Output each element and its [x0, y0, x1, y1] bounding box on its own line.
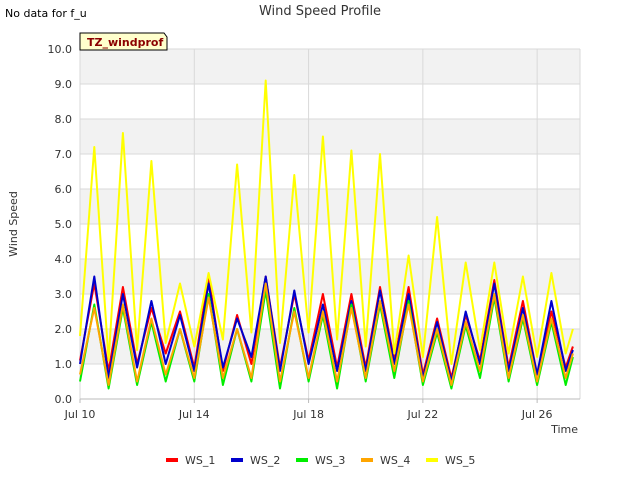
legend-swatch [361, 458, 373, 462]
y-tick-label: 1.0 [55, 358, 73, 371]
y-axis-ticks: 0.0 1.0 2.0 3.0 4.0 5.0 6.0 7.0 8.0 9.0 10.0 [48, 43, 73, 406]
y-tick-label: 8.0 [55, 113, 73, 126]
legend-swatch [166, 458, 178, 462]
x-tick-label: Jul 10 [64, 408, 96, 421]
x-tick-label: Jul 14 [178, 408, 210, 421]
legend-label: WS_2 [250, 454, 280, 467]
y-tick-label: 0.0 [55, 393, 73, 406]
legend-swatch [296, 458, 308, 462]
legend-swatch [426, 458, 438, 462]
x-tick-label: Jul 18 [292, 408, 324, 421]
x-axis-label: Time [550, 423, 578, 436]
chart-title: Wind Speed Profile [259, 4, 381, 19]
y-tick-label: 2.0 [55, 323, 73, 336]
y-tick-label: 4.0 [55, 253, 73, 266]
y-tick-label: 10.0 [48, 43, 73, 56]
legend-swatch [231, 458, 243, 462]
plot-band [80, 119, 580, 154]
x-axis-ticks: Jul 10 Jul 14 Jul 18 Jul 22 Jul 26 [64, 399, 553, 421]
site-label-box: TZ_windprof [79, 32, 168, 51]
x-tick-label: Jul 26 [521, 408, 553, 421]
y-tick-label: 3.0 [55, 288, 73, 301]
legend-label: WS_4 [380, 454, 410, 467]
plot-band [80, 49, 580, 84]
site-label: TZ_windprof [87, 36, 163, 49]
y-tick-label: 7.0 [55, 148, 73, 161]
legend-label: WS_5 [445, 454, 475, 467]
legend-label: WS_3 [315, 454, 345, 467]
y-tick-label: 9.0 [55, 78, 73, 91]
legend: WS_1 WS_2 WS_3 WS_4 WS_5 [166, 454, 475, 467]
y-tick-label: 6.0 [55, 183, 73, 196]
no-data-note: No data for f_u [5, 7, 87, 20]
y-axis-label: Wind Speed [7, 191, 20, 257]
y-tick-label: 5.0 [55, 218, 73, 231]
x-tick-label: Jul 22 [406, 408, 438, 421]
wind-speed-chart: No data for f_u Wind Speed Profile 0.0 1.… [5, 4, 581, 467]
plot-band [80, 259, 580, 294]
legend-label: WS_1 [185, 454, 215, 467]
